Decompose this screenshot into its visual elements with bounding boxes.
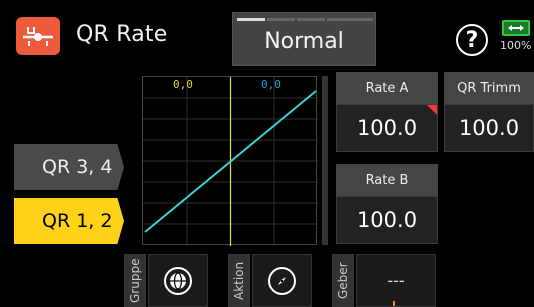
bottom-toolbar: Gruppe Aktion Geber ---: [124, 254, 436, 307]
help-icon[interactable]: ?: [456, 24, 488, 56]
aktion-button[interactable]: [252, 254, 312, 307]
geber-value: ---: [387, 271, 405, 290]
graph-scrollbar[interactable]: [322, 76, 328, 245]
rate-a-label: Rate A: [336, 72, 438, 104]
sidebar-item-label: QR 3, 4: [42, 156, 113, 178]
geber-marker: [393, 301, 395, 306]
rate-a-value-field[interactable]: 100.0: [336, 104, 438, 152]
header: QR Rate Normal ? 100%: [0, 0, 534, 72]
rate-a-box[interactable]: Rate A 100.0: [336, 72, 438, 152]
rate-curve-graph[interactable]: 0,0 0,0: [142, 76, 318, 246]
qr-trimm-value-field[interactable]: 100.0: [444, 104, 534, 152]
qr-trimm-value: 100.0: [458, 116, 520, 140]
sidebar-item-qr-1-2[interactable]: QR 1, 2: [14, 198, 124, 244]
edit-marker-icon: [427, 105, 437, 115]
graph-left-value: 0,0: [173, 78, 193, 91]
rate-b-label: Rate B: [336, 164, 438, 196]
mode-segment: [345, 18, 373, 21]
mode-segment: [267, 18, 295, 21]
rate-b-value: 100.0: [356, 208, 418, 232]
compass-icon: [268, 266, 296, 295]
aktion-label: Aktion: [228, 254, 250, 307]
geber-button[interactable]: ---: [356, 254, 436, 307]
globe-icon: [164, 266, 192, 295]
battery-percent: 100%: [500, 39, 532, 52]
gruppe-label: Gruppe: [124, 254, 146, 307]
sidebar-item-label: QR 1, 2: [42, 210, 113, 232]
flight-mode-label: Normal: [264, 29, 344, 54]
mode-segment: [237, 18, 265, 21]
qr-trimm-box[interactable]: QR Trimm 100.0: [444, 72, 534, 152]
flight-mode-selector[interactable]: Normal: [232, 12, 376, 66]
aileron-servo-icon[interactable]: [16, 17, 60, 55]
sidebar-item-qr-3-4[interactable]: QR 3, 4: [14, 144, 124, 190]
rate-a-value: 100.0: [356, 116, 418, 140]
rate-b-value-field[interactable]: 100.0: [336, 196, 438, 244]
page-title: QR Rate: [76, 22, 168, 47]
geber-label: Geber: [332, 254, 354, 307]
graph-right-value: 0,0: [261, 78, 281, 91]
rate-b-box[interactable]: Rate B 100.0: [336, 164, 438, 244]
mode-segment: [297, 18, 325, 21]
battery-icon: [502, 20, 530, 36]
gruppe-button[interactable]: [148, 254, 208, 307]
qr-trimm-label: QR Trimm: [444, 72, 534, 104]
